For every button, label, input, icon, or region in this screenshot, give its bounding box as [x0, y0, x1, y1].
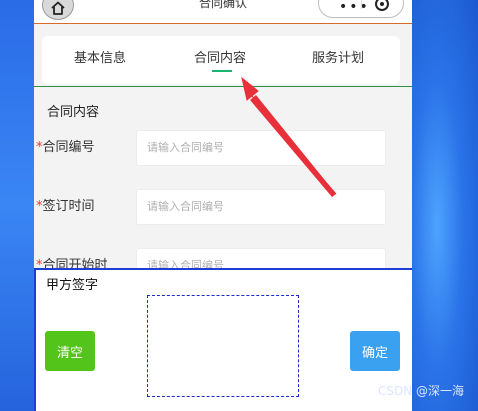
signature-canvas[interactable] — [147, 295, 299, 397]
sign-date-input[interactable]: 请输入合同编号 — [136, 189, 386, 225]
tab-basic-info[interactable]: 基本信息 — [50, 36, 150, 84]
desktop-background-right — [410, 0, 478, 411]
form-section-title: 合同内容 — [47, 105, 100, 120]
contract-number-input[interactable]: 请输入合同编号 — [136, 130, 386, 166]
signature-panel: 甲方签字 清空 确定 — [36, 270, 412, 411]
tab-contract-content[interactable]: 合同内容 — [170, 36, 270, 84]
mini-program-capsule[interactable]: ••• — [318, 0, 404, 18]
field-label: *合同编号 — [36, 140, 95, 155]
nav-bar: 合同确认 ••• — [34, 0, 412, 24]
clear-button[interactable]: 清空 — [45, 331, 95, 371]
field-label: *签订时间 — [36, 199, 95, 214]
tab-bar: 基本信息 合同内容 服务计划 — [42, 36, 400, 84]
watermark: CSDN @深一海 — [377, 384, 464, 398]
tab-service-plan[interactable]: 服务计划 — [288, 36, 388, 84]
active-tab-indicator — [212, 70, 232, 72]
contract-form: 合同内容 *合同编号 请输入合同编号 *签订时间 请输入合同编号 *合同开始时 … — [34, 87, 412, 284]
phone-simulator: 合同确认 ••• 基本信息 合同内容 服务计划 合同内容 *合同编号 请输入合同… — [34, 0, 412, 411]
signature-title: 甲方签字 — [46, 278, 99, 293]
close-target-icon[interactable] — [375, 0, 389, 11]
desktop-background-left — [0, 0, 34, 411]
form-row-sign-date: *签订时间 请输入合同编号 — [34, 189, 412, 225]
confirm-button[interactable]: 确定 — [350, 331, 400, 371]
more-dots-icon[interactable]: ••• — [339, 0, 370, 14]
capsule-divider — [361, 0, 362, 9]
form-row-contract-number: *合同编号 请输入合同编号 — [34, 130, 412, 166]
